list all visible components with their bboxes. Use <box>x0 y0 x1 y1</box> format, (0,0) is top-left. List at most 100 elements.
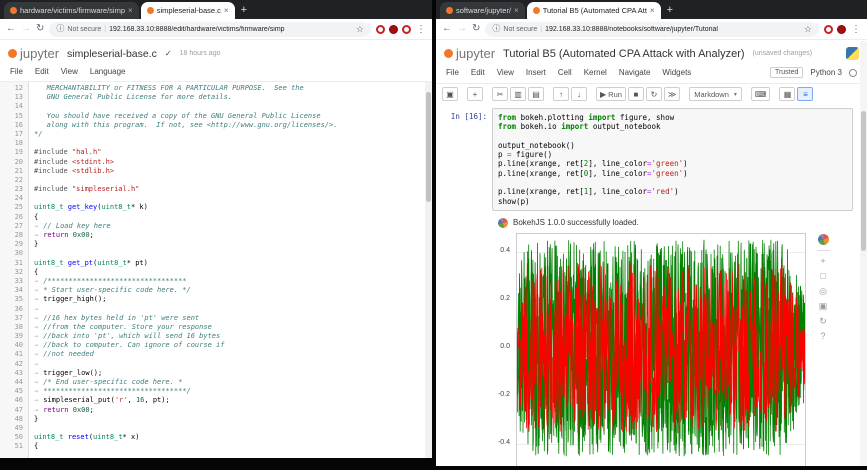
menu-language[interactable]: Language <box>90 67 126 76</box>
cell-type-label: Markdown <box>694 90 729 99</box>
line-number: 21 <box>0 167 23 176</box>
browser-tab-file-tree[interactable]: hardware/victims/firmware/simp × <box>4 2 139 19</box>
notebook-header: jupyter Tutorial B5 (Automated CPA Attac… <box>436 40 867 65</box>
toc-toggle-icon: ≡ <box>803 90 808 99</box>
bokeh-plot[interactable]: 0.40.20.0-0.2-0.4 +□◎▣↻? <box>490 233 860 466</box>
y-tick-label: -0.2 <box>498 391 510 398</box>
browser-menu-icon[interactable]: ⋮ <box>851 24 861 35</box>
code-line: uint8_t reset(uint8_t* x) <box>34 433 432 442</box>
cell-type-dropdown[interactable]: Markdown ▾ <box>689 87 742 101</box>
browser-tab-file-tree[interactable]: software/jupyter/ × <box>440 2 525 19</box>
scrollbar-thumb[interactable] <box>426 92 431 202</box>
menu-navigate[interactable]: Navigate <box>619 68 651 77</box>
interrupt-kernel-button[interactable]: ■ <box>628 87 644 101</box>
code-line: →//not needed <box>34 350 432 359</box>
browser-tab-notebook[interactable]: Tutorial B5 (Automated CPA Att × <box>527 2 661 19</box>
file-name[interactable]: simpleserial-base.c <box>67 48 157 60</box>
interrupt-kernel-icon: ■ <box>634 90 639 99</box>
menu-kernel[interactable]: Kernel <box>584 68 607 77</box>
address-bar[interactable]: ⓘ Not secure | 192.168.33.10:8888/edit/h… <box>49 22 371 37</box>
url-text: 192.168.33.10:8888/edit/hardware/victims… <box>109 26 353 33</box>
reload-icon[interactable]: ↻ <box>36 24 44 34</box>
cut-cells-button[interactable]: ✂ <box>492 87 508 101</box>
menu-file[interactable]: File <box>10 67 23 76</box>
menu-widgets[interactable]: Widgets <box>662 68 691 77</box>
menu-edit[interactable]: Edit <box>35 67 49 76</box>
forward-icon[interactable]: → <box>21 24 31 34</box>
extension-icon-1[interactable] <box>824 25 833 34</box>
tab-close-icon[interactable]: × <box>224 6 229 15</box>
restart-kernel-button[interactable]: ↻ <box>646 87 662 101</box>
back-icon[interactable]: ← <box>442 24 452 34</box>
code-line: { <box>34 213 432 222</box>
move-cell-up-button[interactable]: ↑ <box>553 87 569 101</box>
code-editor[interactable]: 1213141516171819202122232425262728293031… <box>0 82 432 458</box>
extension-icon-2[interactable] <box>389 25 398 34</box>
extension-grid-button[interactable]: ▦ <box>779 87 795 101</box>
info-icon[interactable]: ⓘ <box>56 24 64 34</box>
bookmark-star-icon[interactable]: ☆ <box>804 24 812 35</box>
reload-icon[interactable]: ↻ <box>472 24 480 34</box>
menu-view[interactable]: View <box>497 68 514 77</box>
chevron-down-icon: ▾ <box>734 91 737 98</box>
browser-tab-editor[interactable]: simpleserial-base.c × <box>141 2 235 19</box>
code-line: along with this program. If not, see <ht… <box>34 121 432 130</box>
code-line: } <box>34 240 432 249</box>
code-area[interactable]: MERCHANTABILITY or FITNESS FOR A PARTICU… <box>29 82 432 458</box>
copy-cells-button[interactable]: ▥ <box>510 87 526 101</box>
browser-menu-icon[interactable]: ⋮ <box>416 24 426 35</box>
forward-icon[interactable]: → <box>457 24 467 34</box>
command-palette-button[interactable]: ⌨ <box>751 87 771 101</box>
trusted-button[interactable]: Trusted <box>770 67 803 78</box>
scrollbar-thumb[interactable] <box>861 111 866 251</box>
extension-icon-2[interactable] <box>837 25 846 34</box>
tab-close-icon[interactable]: × <box>128 6 133 15</box>
new-tab-button[interactable]: + <box>241 4 247 16</box>
save-plot-icon[interactable]: ▣ <box>819 301 828 311</box>
line-number: 35 <box>0 295 23 304</box>
back-icon[interactable]: ← <box>6 24 16 34</box>
tab-close-icon[interactable]: × <box>650 6 655 15</box>
code-line: #include <stdint.h> <box>34 158 432 167</box>
checkpoint-status: (unsaved changes) <box>753 50 813 57</box>
menu-file[interactable]: File <box>446 68 459 77</box>
pan-icon[interactable]: + <box>820 256 825 266</box>
bokeh-logo-icon[interactable] <box>818 234 829 245</box>
move-cell-down-button[interactable]: ↓ <box>571 87 587 101</box>
paste-cells-button[interactable]: ▤ <box>528 87 544 101</box>
menu-cell[interactable]: Cell <box>558 68 572 77</box>
menu-edit[interactable]: Edit <box>471 68 485 77</box>
menu-view[interactable]: View <box>61 67 78 76</box>
jupyter-logo[interactable]: jupyter <box>8 46 59 61</box>
url-separator: | <box>104 26 106 33</box>
code-cell-input[interactable]: from bokeh.plotting import figure, showf… <box>492 108 853 211</box>
jupyter-favicon-icon <box>533 7 540 14</box>
line-number: 37 <box>0 314 23 323</box>
info-icon[interactable]: ⓘ <box>492 24 500 34</box>
notebook-title[interactable]: Tutorial B5 (Automated CPA Attack with A… <box>503 48 745 60</box>
address-bar[interactable]: ⓘ Not secure | 192.168.33.10:8888/notebo… <box>485 22 819 37</box>
run-button[interactable]: ▶Run <box>596 87 626 101</box>
jupyter-logo[interactable]: jupyter <box>444 46 495 61</box>
save-button[interactable]: ▣ <box>442 87 458 101</box>
notebook-scrollbar[interactable] <box>860 41 867 466</box>
insert-cell-below-button[interactable]: + <box>467 87 483 101</box>
reset-icon[interactable]: ↻ <box>819 316 827 326</box>
code-line: from bokeh.plotting import figure, show <box>498 113 847 122</box>
wheel-zoom-icon[interactable]: ◎ <box>819 286 827 296</box>
bookmark-star-icon[interactable]: ☆ <box>356 24 364 35</box>
editor-scrollbar[interactable] <box>425 82 432 458</box>
extension-icon-1[interactable] <box>376 25 385 34</box>
help-icon[interactable]: ? <box>820 331 825 341</box>
restart-run-all-button[interactable]: ≫ <box>664 87 680 101</box>
toc-toggle-button[interactable]: ≡ <box>797 87 813 101</box>
menu-insert[interactable]: Insert <box>526 68 546 77</box>
notebook-menubar: File Edit View Insert Cell Kernel Navigate Widg… <box>436 65 867 84</box>
new-tab-button[interactable]: + <box>667 4 673 16</box>
tab-close-icon[interactable]: × <box>514 6 519 15</box>
box-zoom-icon[interactable]: □ <box>820 271 825 281</box>
code-cell[interactable]: In [16]: from bokeh.plotting import figu… <box>436 108 867 211</box>
plot-canvas[interactable] <box>516 233 806 466</box>
code-line: { <box>34 268 432 277</box>
extension-icon-3[interactable] <box>402 25 411 34</box>
